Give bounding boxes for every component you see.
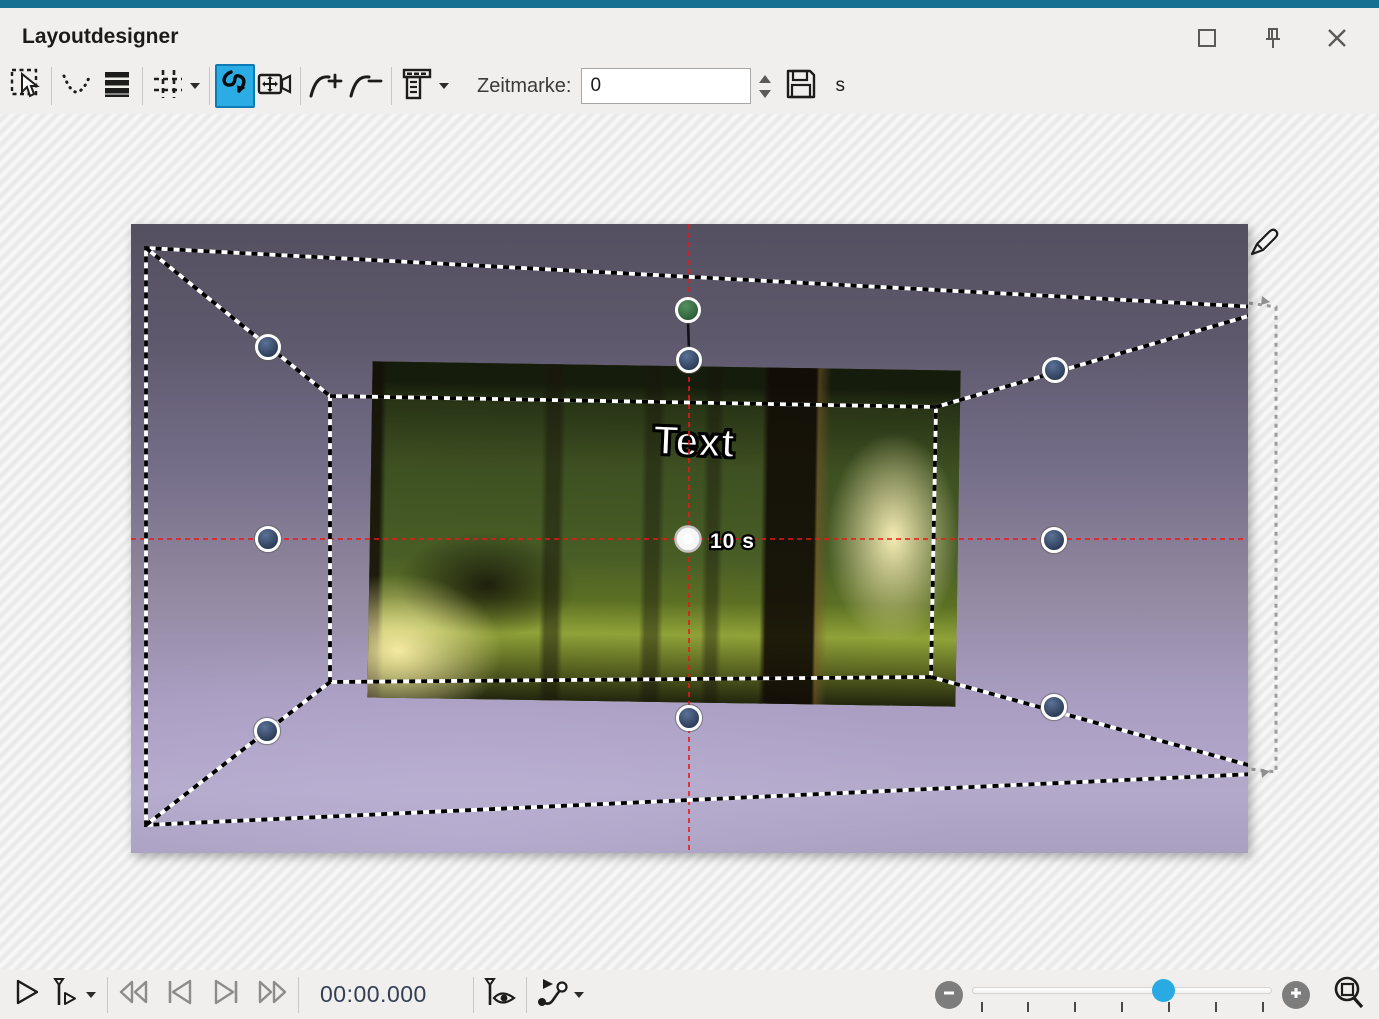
skip-to-start-icon: [164, 977, 196, 1012]
zoom-tick: [1215, 1002, 1217, 1012]
skip-to-end-button[interactable]: [207, 975, 245, 1015]
add-path-point-button[interactable]: [306, 64, 346, 108]
motion-path-icon: [218, 67, 252, 106]
keyframe-duration-label: 10 s: [710, 530, 755, 553]
toolbar: Zeitmarke: s: [0, 58, 1379, 114]
show-marker-button[interactable]: [481, 975, 519, 1015]
handle-top-center[interactable]: [676, 347, 703, 374]
toolbar-separator: [209, 67, 210, 105]
close-button[interactable]: [1320, 22, 1354, 54]
zoom-fit-icon: [1330, 974, 1368, 1017]
fast-forward-icon: [254, 977, 290, 1012]
zoom-tick: [981, 1002, 983, 1012]
zoom-tick: [1027, 1002, 1029, 1012]
handle-middle-right[interactable]: [1041, 527, 1068, 554]
zoom-tick: [1168, 1002, 1170, 1012]
zeitmarke-label: Zeitmarke:: [477, 75, 571, 98]
path-overlay: 10 s: [131, 224, 1248, 853]
play-path-button[interactable]: [534, 975, 572, 1015]
save-button[interactable]: [781, 64, 821, 108]
zeitmarke-spinner: [759, 75, 771, 98]
arrange-objects-icon: [100, 67, 134, 106]
save-icon: [783, 66, 819, 107]
play-from-marker-icon: [49, 976, 81, 1013]
handle-bottom-center[interactable]: [676, 705, 703, 732]
remove-path-point-button[interactable]: [346, 64, 386, 108]
titlebar: Layoutdesigner: [0, 8, 1379, 58]
add-path-point-icon: [307, 67, 345, 106]
remove-path-point-icon: [347, 67, 385, 106]
handle-top-left[interactable]: [255, 334, 282, 361]
handle-middle-left[interactable]: [255, 526, 282, 553]
toolbar-separator: [300, 67, 301, 105]
grid-icon: [151, 67, 185, 106]
play-from-marker-button[interactable]: [46, 975, 84, 1015]
motion-path-button[interactable]: [215, 64, 255, 108]
select-path-points-button[interactable]: [57, 64, 97, 108]
object-properties-button[interactable]: [397, 64, 437, 108]
play-button[interactable]: [8, 975, 46, 1015]
transport-separator: [526, 977, 527, 1013]
close-icon: [1326, 27, 1348, 49]
grid-settings-button[interactable]: [148, 64, 188, 108]
select-tool-button[interactable]: [6, 64, 46, 108]
zoom-out-icon: [941, 985, 957, 1006]
play-icon: [12, 977, 42, 1012]
fast-forward-button[interactable]: [253, 975, 291, 1015]
pin-icon: [1261, 26, 1285, 50]
rewind-button[interactable]: [115, 975, 153, 1015]
handle-top-right[interactable]: [1042, 357, 1069, 384]
camera-pan-button[interactable]: [255, 64, 295, 108]
object-properties-dropdown-arrow[interactable]: [439, 83, 449, 89]
handle-bottom-left[interactable]: [254, 718, 281, 745]
camera-pan-icon: [256, 67, 294, 106]
select-tool-icon: [9, 67, 43, 106]
play-path-icon: [535, 976, 571, 1013]
rewind-icon: [116, 977, 152, 1012]
preview-canvas[interactable]: Text: [131, 224, 1248, 853]
zoom-slider-thumb[interactable]: [1152, 979, 1175, 1002]
grid-dropdown-arrow[interactable]: [190, 83, 200, 89]
toolbar-separator: [391, 67, 392, 105]
transport-separator: [107, 977, 108, 1013]
transport-separator: [298, 977, 299, 1013]
transport-separator: [473, 977, 474, 1013]
zoom-tick: [1262, 1002, 1264, 1012]
toolbar-separator: [142, 67, 143, 105]
zoom-in-button[interactable]: [1282, 981, 1310, 1009]
zoom-fit-button[interactable]: [1330, 975, 1368, 1015]
play-path-dropdown-arrow[interactable]: [574, 992, 584, 998]
play-from-dropdown-arrow[interactable]: [86, 992, 96, 998]
rotation-handle[interactable]: [675, 297, 702, 324]
layoutdesigner-window: { "window": { "title": "Layoutdesigner",…: [0, 0, 1379, 1019]
select-path-points-icon: [59, 67, 95, 106]
skip-to-end-icon: [210, 977, 242, 1012]
zoom-in-icon: [1288, 985, 1304, 1006]
zeitmarke-unit: s: [835, 75, 845, 97]
toolbar-separator: [51, 67, 52, 105]
object-properties-icon: [398, 66, 436, 107]
spinner-up-arrow[interactable]: [759, 75, 771, 83]
time-display: 00:00.000: [320, 981, 427, 1008]
zoom-slider-track[interactable]: [972, 987, 1272, 994]
skip-to-start-button[interactable]: [161, 975, 199, 1015]
window-title: Layoutdesigner: [22, 25, 178, 49]
zoom-out-button[interactable]: [935, 981, 963, 1009]
transport-bar: 00:00.000: [0, 970, 1379, 1019]
zoom-tick: [1074, 1002, 1076, 1012]
zeitmarke-input-box: s: [581, 68, 751, 104]
arrange-objects-button[interactable]: [97, 64, 137, 108]
show-marker-icon: [482, 976, 518, 1013]
center-keyframe-handle[interactable]: [676, 527, 701, 552]
pin-button[interactable]: [1256, 22, 1290, 54]
zoom-tick: [1121, 1002, 1123, 1012]
maximize-button[interactable]: [1190, 22, 1224, 54]
maximize-icon: [1196, 27, 1218, 49]
handle-bottom-right[interactable]: [1041, 694, 1068, 721]
spinner-down-arrow[interactable]: [759, 90, 771, 98]
window-accent-bar: [0, 0, 1379, 8]
